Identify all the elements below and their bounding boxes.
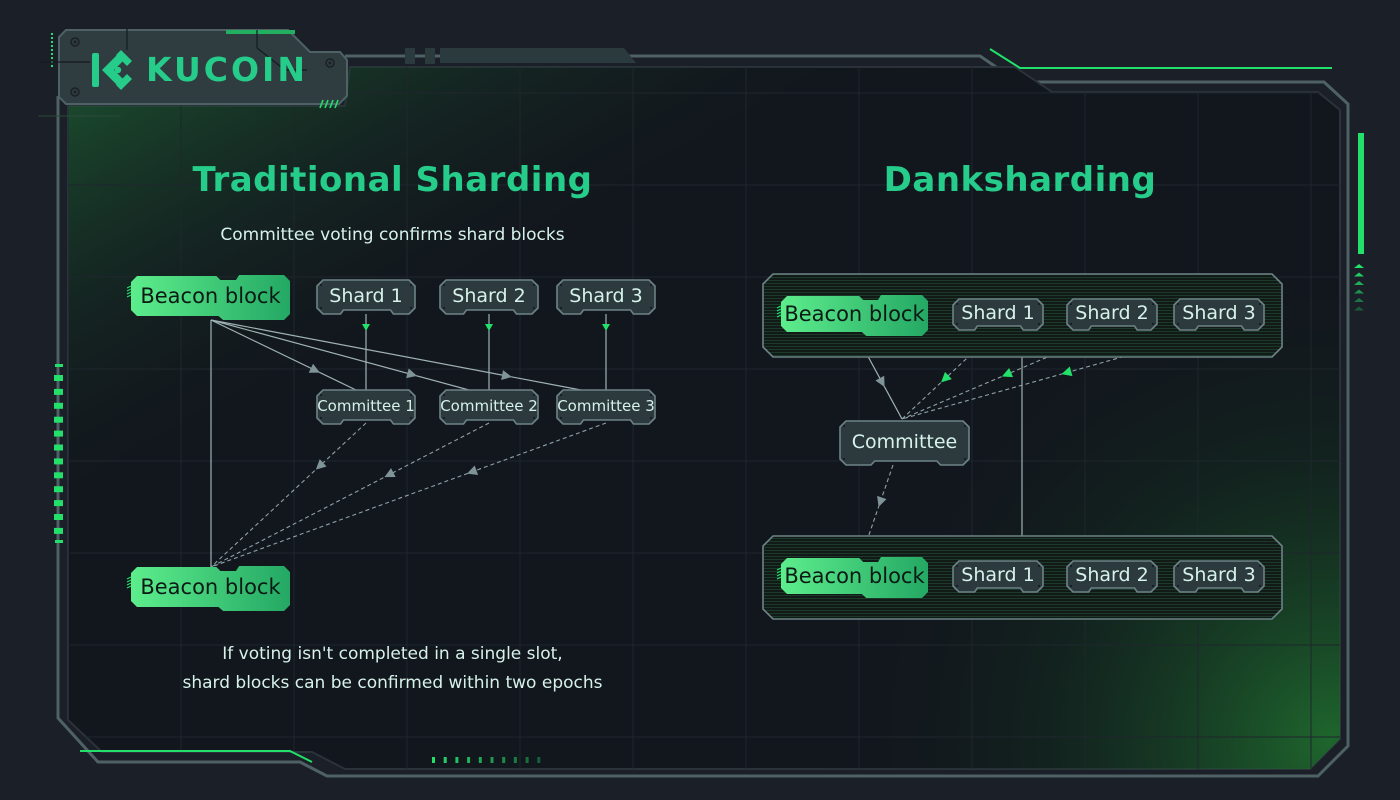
arrow-icon: [501, 370, 512, 380]
top-shard-node-2: [1066, 298, 1158, 331]
edge-beacon-committee-1: [210, 319, 357, 391]
arrow-icon: [877, 495, 887, 507]
infographic: KUCOIN Traditional Sharding Committee vo…: [0, 0, 1400, 800]
footnote-line-1: If voting isn't completed in a single sl…: [222, 644, 563, 664]
bottom-beacon-block: [776, 557, 928, 598]
arrow-icon: [1001, 367, 1014, 378]
edge-beacon-committee-2: [210, 319, 470, 391]
shard-node-2: [439, 279, 539, 315]
committee-node: [839, 420, 970, 466]
edge-committee-1-beacon: [210, 422, 367, 568]
edge-committee-2-beacon: [210, 422, 490, 568]
committee-node-2: [439, 389, 539, 425]
footnote-line-2: shard blocks can be confirmed within two…: [182, 673, 603, 693]
committee-node-1: [316, 389, 416, 425]
danksharding-title: Danksharding: [883, 160, 1157, 200]
arrow-down-icon: [602, 324, 610, 331]
top-shard-node-1: [952, 298, 1044, 331]
traditional-sharding-title: Traditional Sharding: [192, 160, 593, 200]
beacon-block-top: [126, 275, 290, 320]
shard-node-3: [556, 279, 656, 315]
arrow-icon: [467, 465, 479, 475]
shard-node-1: [316, 279, 416, 315]
top-beacon-block: [776, 295, 928, 336]
arrow-icon: [308, 363, 320, 373]
edge-committee-3-beacon: [210, 422, 607, 568]
edge-beacon-committee-3: [210, 319, 582, 391]
committee-node-3: [556, 389, 656, 425]
arrow-icon: [384, 468, 396, 478]
arrow-down-icon: [485, 324, 493, 331]
arrow-down-icon: [362, 324, 370, 331]
arrow-icon: [1061, 366, 1073, 377]
arrow-icon: [875, 375, 885, 387]
bottom-shard-node-2: [1066, 560, 1158, 593]
bottom-shard-node-1: [952, 560, 1044, 593]
top-shard-node-3: [1173, 298, 1265, 331]
arrow-icon: [406, 368, 418, 379]
bottom-shard-node-3: [1173, 560, 1265, 593]
traditional-sharding-subtitle: Committee voting confirms shard blocks: [220, 225, 565, 245]
beacon-block-bottom: [126, 566, 290, 611]
